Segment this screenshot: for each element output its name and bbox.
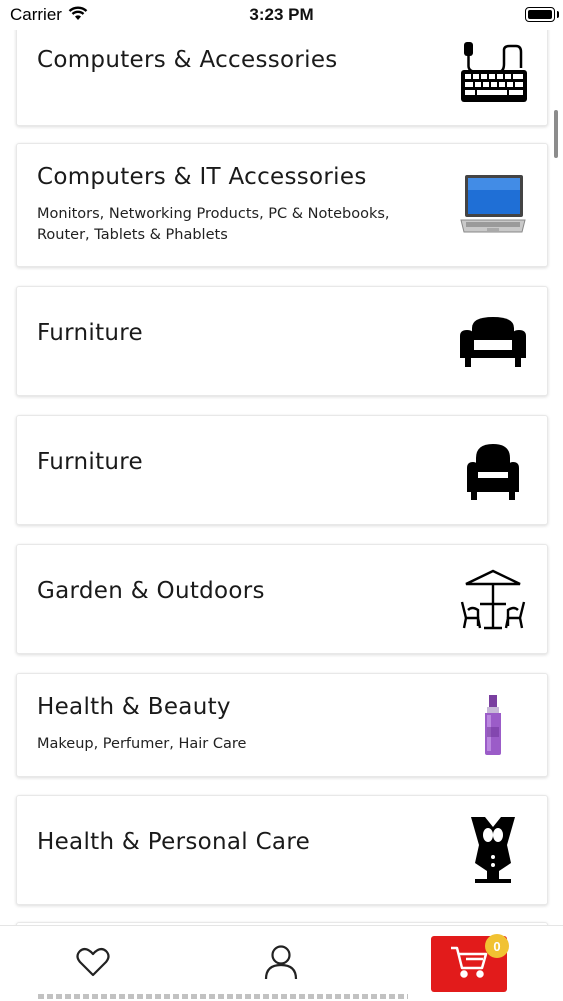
category-card[interactable]: Health & Beauty Makeup, Perfumer, Hair C… (16, 673, 548, 777)
category-title: Computers & Accessories (37, 47, 338, 73)
bottom-tab-bar: 0 (0, 925, 563, 1001)
shopping-cart-icon (449, 945, 489, 983)
favorites-tab[interactable] (33, 926, 153, 1001)
cart-button[interactable]: 0 (431, 934, 509, 992)
category-title: Health & Beauty (37, 694, 231, 720)
category-card[interactable]: Computers & IT Accessories Monitors, Net… (16, 143, 548, 267)
category-card[interactable]: Furniture (16, 415, 548, 525)
perfume-bottle-icon (457, 689, 529, 761)
category-card[interactable]: Furniture (16, 286, 548, 396)
heart-icon (76, 946, 110, 982)
category-card[interactable]: Health & Personal Care (16, 795, 548, 905)
category-subtitle: Monitors, Networking Products, PC & Note… (37, 206, 390, 243)
category-title: Garden & Outdoors (37, 578, 265, 604)
category-card[interactable]: Computers & Accessories (16, 16, 548, 126)
account-tab[interactable] (221, 926, 341, 1001)
category-title: Health & Personal Care (37, 829, 311, 855)
laptop-icon (457, 169, 529, 241)
chair-icon (457, 434, 529, 506)
clock: 3:23 PM (249, 5, 314, 24)
status-bar: Carrier 3:23 PM (0, 0, 563, 30)
category-list: Computers & Accessories Computers & IT A… (0, 0, 563, 1000)
cart-count-badge: 0 (485, 934, 509, 958)
battery-icon (525, 7, 559, 22)
category-title: Furniture (37, 449, 143, 475)
personal-care-icon (457, 814, 529, 886)
patio-table-icon (457, 563, 529, 635)
category-subtitle: Makeup, Perfumer, Hair Care (37, 736, 247, 752)
armchair-icon (457, 305, 529, 377)
category-card[interactable]: Garden & Outdoors (16, 544, 548, 654)
partial-text-peek (38, 994, 408, 999)
category-title: Furniture (37, 320, 143, 346)
scroll-indicator[interactable] (554, 110, 558, 158)
category-title: Computers & IT Accessories (37, 164, 367, 190)
user-icon (264, 944, 298, 984)
keyboard-mouse-icon (457, 35, 529, 107)
